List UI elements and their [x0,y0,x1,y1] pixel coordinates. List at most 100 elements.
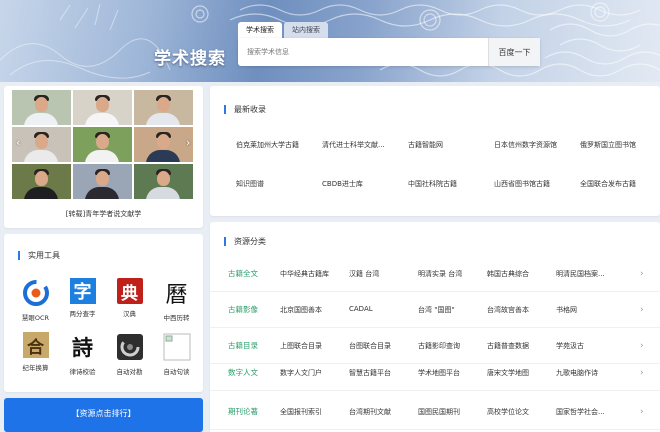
poem-icon: 詩 [72,335,93,360]
resource-link[interactable]: 上图联合目录 [280,341,349,351]
tool-label: 自动句读 [163,368,190,376]
tool-auto-punctuate[interactable]: 自动句读 [153,332,200,376]
latest-item[interactable]: 山西省图书馆古籍 [494,179,580,189]
chevron-right-icon[interactable]: › [186,136,190,149]
resource-link[interactable]: 书格网 [556,305,625,315]
resource-category[interactable]: 古籍影像 [210,304,280,315]
resource-link[interactable]: 古籍普查数据 [487,341,556,351]
year-convert-icon: 合 [22,332,49,358]
character-icon: 字 [69,278,96,304]
search-input[interactable] [238,38,488,66]
tool-label: 自动对勘 [116,368,143,376]
resources-panel: 资源分类 古籍全文 中华经典古籍库 汉籍 台湾 明清实录 台湾 韩国古典综合 明… [210,222,660,432]
chevron-right-icon[interactable]: › [640,407,660,417]
ocr-eye-icon [21,278,51,308]
resource-category[interactable]: 数字人文 [210,367,280,378]
resource-link[interactable]: 台图联合目录 [349,341,418,351]
resource-link[interactable]: 明清实录 台湾 [418,269,487,279]
tool-label: 中西历转 [163,314,190,322]
scholar-photo [134,164,193,199]
resource-category[interactable]: 古籍全文 [210,268,280,279]
latest-item[interactable]: 日本信州数字资源馆 [494,140,580,150]
chevron-left-icon[interactable]: ‹ [16,136,20,149]
tools-grid: 慧眼OCR 字 两分查字 典 汉典 曆 中西历转 合 纪年换算 詩 律诗校验 自… [12,278,200,376]
latest-list: 伯克莱加州大学古籍 清代进士科举文献... 古籍智能网 日本信州数字资源馆 俄罗… [236,140,656,189]
resource-row: 期刊论著 全国报刊索引 台湾期刊文献 国图民国期刊 高校学位论文 国家哲学社会.… [210,394,660,430]
tool-handian[interactable]: 典 汉典 [106,278,153,322]
latest-item[interactable]: 清代进士科举文献... [322,140,408,150]
site-title: 学术搜索 [154,49,226,69]
scholar-photo [73,164,132,199]
resource-category[interactable]: 期刊论著 [210,406,280,417]
tools-title: 实用工具 [18,250,60,261]
resource-link[interactable]: 台湾 "国图" [418,305,487,315]
resource-category[interactable]: 古籍目录 [210,340,280,351]
chevron-right-icon[interactable]: › [640,341,660,351]
resource-link[interactable]: CADAL [349,305,418,315]
tool-character-lookup[interactable]: 字 两分查字 [59,278,106,322]
collate-icon [115,332,145,362]
latest-title: 最新收录 [224,104,266,115]
scholar-photo [134,90,193,125]
resource-row: 数字人文 数字人文门户 智慧古籍平台 学术地图平台 唐宋文学地图 九歌电脑作诗 … [210,355,660,391]
resource-link[interactable]: 明清民国档案... [556,269,625,279]
tool-label: 律诗校验 [69,368,96,376]
scholar-carousel: ‹ › [转载]青年学者说文献学 [4,86,203,228]
resource-link[interactable]: 全国报刊索引 [280,407,349,417]
search-button[interactable]: 百度一下 [488,38,540,66]
latest-item[interactable]: 全国联合发布古籍 [580,179,660,189]
search-tabs: 学术搜索 站内搜索 [238,22,328,38]
latest-item[interactable]: CBDB进士库 [322,179,408,189]
resource-link[interactable]: 古籍影印查询 [418,341,487,351]
resource-link[interactable]: 国图民国期刊 [418,407,487,417]
tab-site-search[interactable]: 站内搜索 [284,22,328,38]
latest-item[interactable]: 中国社科院古籍 [408,179,494,189]
chevron-right-icon[interactable]: › [640,269,660,279]
broken-image-icon [162,332,192,362]
resource-link[interactable]: 台湾期刊文献 [349,407,418,417]
resource-link[interactable]: 学术地图平台 [418,368,487,378]
photo-grid[interactable] [12,90,193,199]
seal-icon: 典 [116,278,143,304]
scholar-photo [12,127,71,162]
search-box: 百度一下 [238,38,540,66]
resource-link[interactable]: 台湾故宫善本 [487,305,556,315]
latest-item[interactable]: 伯克莱加州大学古籍 [236,140,322,150]
tool-label: 纪年换算 [22,364,49,372]
header-banner: 学术搜索 学术搜索 站内搜索 百度一下 [0,0,660,82]
resource-link[interactable]: 高校学位论文 [487,407,556,417]
tab-academic-search[interactable]: 学术搜索 [238,22,282,38]
tool-label: 慧眼OCR [21,314,50,322]
scholar-photo [134,127,193,162]
resource-link[interactable]: 国家哲学社会... [556,407,625,417]
latest-item[interactable]: 俄罗斯国立图书馆 [580,140,660,150]
calendar-icon: 曆 [165,283,188,308]
latest-item[interactable]: 古籍智能网 [408,140,494,150]
chevron-right-icon[interactable]: › [640,368,660,378]
carousel-caption[interactable]: [转载]青年学者说文献学 [4,209,203,219]
tool-auto-collate[interactable]: 自动对勘 [106,332,153,376]
tool-ocr[interactable]: 慧眼OCR [12,278,59,322]
resource-link[interactable]: 数字人文门户 [280,368,349,378]
resource-row: 古籍全文 中华经典古籍库 汉籍 台湾 明清实录 台湾 韩国古典综合 明清民国档案… [210,256,660,292]
latest-panel: 最新收录 伯克莱加州大学古籍 清代进士科举文献... 古籍智能网 日本信州数字资… [210,86,660,216]
resource-ranking-button[interactable]: 【资源点击排行】 [4,398,203,432]
tools-panel: 实用工具 慧眼OCR 字 两分查字 典 汉典 曆 中西历转 合 纪年换算 詩 律… [4,234,203,392]
resource-link[interactable]: 北京国图善本 [280,305,349,315]
resource-link[interactable]: 中华经典古籍库 [280,269,349,279]
resource-row: 古籍影像 北京国图善本 CADAL 台湾 "国图" 台湾故宫善本 书格网 › [210,292,660,328]
scholar-photo [73,90,132,125]
resource-link[interactable]: 韩国古典综合 [487,269,556,279]
chevron-right-icon[interactable]: › [640,305,660,315]
resource-link[interactable]: 九歌电脑作诗 [556,368,625,378]
tool-poem-check[interactable]: 詩 律诗校验 [59,332,106,376]
tool-year-convert[interactable]: 合 纪年换算 [12,332,59,376]
resource-link[interactable]: 学苑汲古 [556,341,625,351]
tool-calendar-convert[interactable]: 曆 中西历转 [153,278,200,322]
resource-link[interactable]: 智慧古籍平台 [349,368,418,378]
scholar-photo [12,90,71,125]
tool-label: 汉典 [123,310,136,318]
resource-link[interactable]: 汉籍 台湾 [349,269,418,279]
resource-link[interactable]: 唐宋文学地图 [487,368,556,378]
latest-item[interactable]: 知识图谱 [236,179,322,189]
